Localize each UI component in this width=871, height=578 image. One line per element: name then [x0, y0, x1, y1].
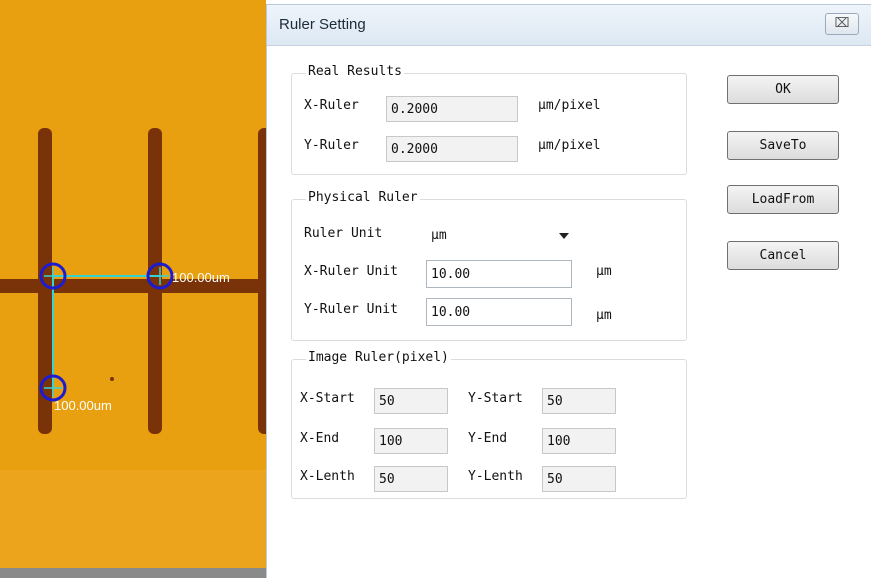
y-length-value: 50 [542, 466, 616, 492]
x-ruler-unit: µm/pixel [538, 98, 601, 113]
y-ruler-unit: µm/pixel [538, 138, 601, 153]
image-view[interactable]: 100.00um 100.00um [0, 0, 266, 578]
y-ruler-unit-suffix: µm [596, 308, 612, 323]
marker-origin[interactable] [39, 262, 67, 290]
physical-ruler-legend: Physical Ruler [306, 190, 420, 205]
image-ruler-legend: Image Ruler(pixel) [306, 350, 451, 365]
ruler-setting-dialog: Ruler Setting ⌧ Real Results X-Ruler 0.2… [266, 4, 871, 578]
y-ruler-unit-input[interactable]: 10.00 [426, 298, 572, 326]
x-ruler-label: X-Ruler [304, 98, 359, 113]
x-ruler-unit-label: X-Ruler Unit [304, 264, 398, 279]
x-ruler-unit-input[interactable]: 10.00 [426, 260, 572, 288]
close-button[interactable]: ⌧ [825, 13, 859, 35]
dropdown-arrow-icon [559, 233, 569, 239]
y-end-value: 100 [542, 428, 616, 454]
x-ruler-value: 0.2000 [386, 96, 518, 122]
x-end-label: X-End [300, 431, 340, 446]
marker-y-end[interactable] [39, 374, 67, 402]
dialog-title: Ruler Setting [279, 16, 366, 33]
real-results-group: Real Results X-Ruler 0.2000 µm/pixel Y-R… [291, 64, 687, 175]
y-ruler-label: Y-Ruler [304, 138, 359, 153]
x-ruler-unit-suffix: µm [596, 264, 612, 279]
x-start-value: 50 [374, 388, 448, 414]
real-results-legend: Real Results [306, 64, 404, 79]
y-length-label: Y-Lenth [468, 469, 523, 484]
x-start-label: X-Start [300, 391, 355, 406]
ok-button[interactable]: OK [727, 75, 839, 104]
ruler-unit-value: µm [431, 228, 447, 243]
dialog-titlebar[interactable]: Ruler Setting ⌧ [267, 5, 871, 46]
x-length-label: X-Lenth [300, 469, 355, 484]
y-start-label: Y-Start [468, 391, 523, 406]
cancel-button[interactable]: Cancel [727, 241, 839, 270]
image-ruler-group: Image Ruler(pixel) X-Start 50 Y-Start 50… [291, 350, 687, 499]
save-to-button[interactable]: SaveTo [727, 131, 839, 160]
y-start-value: 50 [542, 388, 616, 414]
x-end-value: 100 [374, 428, 448, 454]
y-ruler-unit-label: Y-Ruler Unit [304, 302, 398, 317]
close-icon: ⌧ [834, 16, 850, 31]
ruler-unit-label: Ruler Unit [304, 226, 383, 241]
microscope-image: 100.00um 100.00um [0, 0, 266, 578]
physical-ruler-group: Physical Ruler Ruler Unit µm X-Ruler Uni… [291, 190, 687, 341]
measure-label-vertical: 100.00um [54, 398, 112, 413]
load-from-button[interactable]: LoadFrom [727, 185, 839, 214]
marker-x-end[interactable] [146, 262, 174, 290]
measure-label-horizontal: 100.00um [172, 270, 230, 285]
x-length-value: 50 [374, 466, 448, 492]
y-ruler-value: 0.2000 [386, 136, 518, 162]
y-end-label: Y-End [468, 431, 508, 446]
ruler-unit-select[interactable]: µm [426, 222, 576, 248]
